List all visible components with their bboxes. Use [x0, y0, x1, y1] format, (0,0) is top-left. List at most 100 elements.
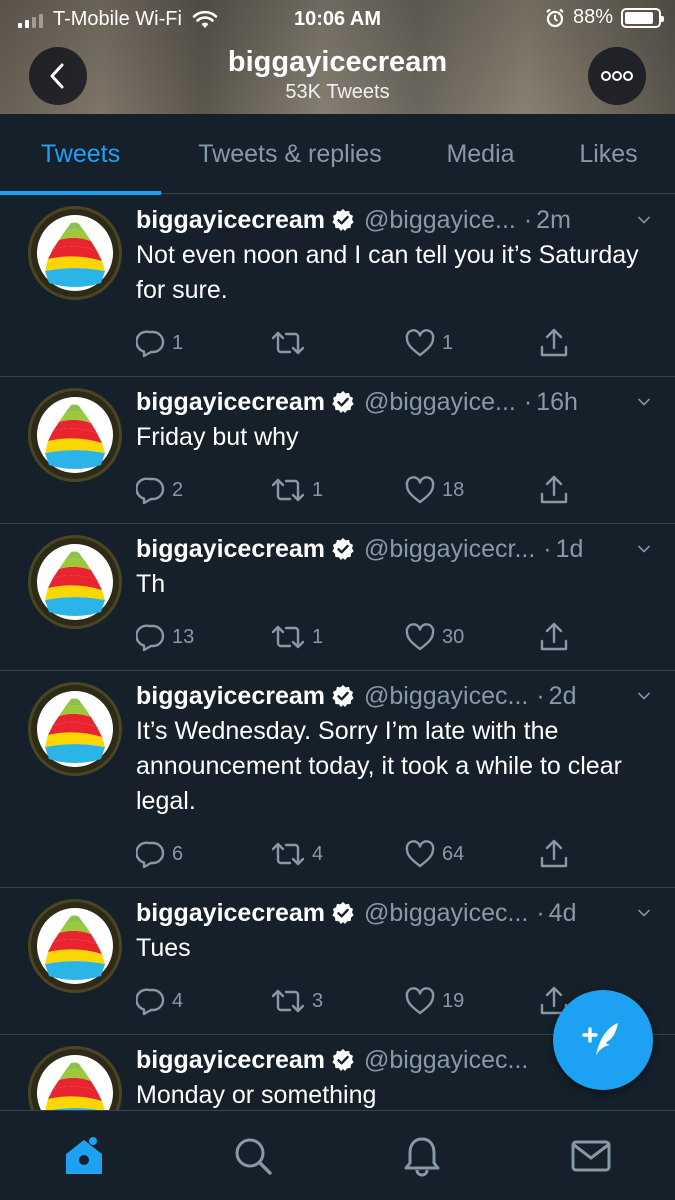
- reply-button[interactable]: 2: [136, 475, 270, 505]
- avatar[interactable]: [28, 206, 122, 300]
- tweet-author-name[interactable]: biggayicecream: [136, 899, 325, 928]
- reply-icon: [136, 477, 165, 505]
- retweet-icon: [271, 331, 305, 355]
- avatar[interactable]: [28, 682, 122, 776]
- tweet-text: Monday or something: [136, 1081, 377, 1109]
- share-button[interactable]: [538, 621, 570, 653]
- like-count: 19: [442, 989, 465, 1012]
- tweet[interactable]: biggayicecream @biggayicecr... · 1d Th 13…: [0, 524, 675, 671]
- chevron-down-icon[interactable]: [629, 689, 651, 703]
- tab-tweets-and-replies[interactable]: Tweets & replies: [161, 114, 419, 194]
- compose-tweet-button[interactable]: [553, 990, 653, 1090]
- nav-home[interactable]: [0, 1111, 169, 1200]
- tweet-author-handle[interactable]: @biggayicecr...: [364, 535, 535, 564]
- avatar[interactable]: [28, 899, 122, 993]
- retweet-button[interactable]: 3: [270, 987, 404, 1015]
- retweet-count: 1: [312, 625, 324, 648]
- tweet-timestamp: 1d: [555, 534, 584, 563]
- tab-tweets[interactable]: Tweets: [0, 114, 161, 195]
- tweet-author-handle[interactable]: @biggayicec...: [364, 899, 528, 928]
- tweet-actions: 6 4 64: [136, 833, 651, 875]
- tweet-author-name[interactable]: biggayicecream: [136, 1046, 325, 1075]
- tweet-author-handle[interactable]: @biggayicec...: [364, 682, 528, 711]
- avatar[interactable]: [28, 535, 122, 629]
- like-button[interactable]: 30: [404, 622, 538, 652]
- tweet-author-name[interactable]: biggayicecream: [136, 535, 325, 564]
- chevron-down-icon[interactable]: [629, 542, 651, 556]
- tweet-author-handle[interactable]: @biggayice...: [364, 206, 516, 235]
- notifications-bell-icon: [404, 1137, 440, 1177]
- profile-name: biggayicecream: [227, 46, 448, 78]
- verified-badge-icon: [332, 391, 354, 413]
- retweet-button[interactable]: 1: [270, 623, 404, 651]
- tweet[interactable]: biggayicecream @biggayice... · 2m Not eve…: [0, 195, 675, 377]
- separator-dot: ·: [523, 387, 533, 416]
- like-button[interactable]: 18: [404, 475, 538, 505]
- tweet[interactable]: biggayicecream @biggayicec... · 2d It’s W…: [0, 671, 675, 888]
- reply-button[interactable]: 1: [136, 328, 270, 358]
- reply-button[interactable]: 6: [136, 839, 270, 869]
- like-count: 30: [442, 625, 465, 648]
- separator-dot: ·: [536, 681, 545, 710]
- tweet-author-name[interactable]: biggayicecream: [136, 206, 325, 235]
- tweet-timestamp: 16h: [536, 387, 578, 416]
- like-button[interactable]: 19: [404, 986, 538, 1016]
- share-button[interactable]: [538, 327, 570, 359]
- retweet-icon: [271, 478, 305, 502]
- more-dots-icon: [601, 71, 633, 81]
- tweet-timestamp: 2d: [548, 681, 577, 710]
- tweet-timestamp: 4d: [548, 898, 577, 927]
- retweet-button[interactable]: 1: [270, 476, 404, 504]
- verified-badge-icon: [332, 209, 354, 231]
- like-button[interactable]: 64: [404, 839, 538, 869]
- like-count: 18: [442, 478, 465, 501]
- tweet-author-handle[interactable]: @biggayicec...: [364, 1046, 528, 1075]
- tab-likes[interactable]: Likes: [542, 114, 675, 194]
- heart-icon: [405, 476, 435, 504]
- tweet-text: Th: [136, 570, 166, 598]
- like-button[interactable]: 1: [404, 328, 538, 358]
- home-icon: [66, 1136, 103, 1174]
- reply-count: 1: [172, 331, 184, 354]
- chevron-down-icon[interactable]: [629, 395, 651, 409]
- tweet-author-name[interactable]: biggayicecream: [136, 388, 325, 417]
- share-icon: [540, 622, 568, 651]
- chevron-down-icon[interactable]: [629, 213, 651, 227]
- verified-badge-icon: [332, 685, 354, 707]
- more-options-button[interactable]: [588, 47, 646, 105]
- share-button[interactable]: [538, 838, 570, 870]
- like-count: 1: [442, 331, 454, 354]
- tweet-author-handle[interactable]: @biggayice...: [364, 388, 516, 417]
- nav-search[interactable]: [169, 1111, 338, 1200]
- tweet-timeline[interactable]: biggayicecream @biggayice... · 2m Not eve…: [0, 195, 675, 1110]
- chevron-down-icon[interactable]: [629, 906, 651, 920]
- separator-dot: ·: [543, 534, 552, 563]
- avatar[interactable]: [28, 388, 122, 482]
- retweet-count: 1: [312, 478, 324, 501]
- heart-icon: [405, 329, 435, 357]
- reply-count: 6: [172, 842, 184, 865]
- compose-tweet-icon: [582, 1023, 618, 1055]
- share-button[interactable]: [538, 474, 570, 506]
- battery-percent: 88%: [572, 6, 613, 28]
- nav-notifications[interactable]: [338, 1111, 507, 1200]
- like-count: 64: [442, 842, 465, 865]
- retweet-icon: [271, 842, 305, 866]
- retweet-button[interactable]: 4: [270, 840, 404, 868]
- reply-button[interactable]: 13: [136, 622, 270, 652]
- tweet-actions: 13 1 30: [136, 616, 651, 658]
- heart-icon: [405, 987, 435, 1015]
- nav-messages[interactable]: [506, 1111, 675, 1200]
- reply-icon: [136, 330, 165, 358]
- reply-icon: [136, 841, 165, 869]
- verified-badge-icon: [332, 902, 354, 924]
- retweet-count: 3: [312, 989, 324, 1012]
- avatar[interactable]: [28, 1046, 122, 1110]
- tab-media[interactable]: Media: [419, 114, 542, 194]
- tweet-timestamp: 2m: [536, 205, 571, 234]
- retweet-button[interactable]: [270, 329, 404, 357]
- tweet[interactable]: biggayicecream @biggayice... · 16h Friday…: [0, 377, 675, 524]
- reply-button[interactable]: 4: [136, 986, 270, 1016]
- tweet-author-name[interactable]: biggayicecream: [136, 682, 325, 711]
- tweet-actions: 2 1 18: [136, 469, 651, 511]
